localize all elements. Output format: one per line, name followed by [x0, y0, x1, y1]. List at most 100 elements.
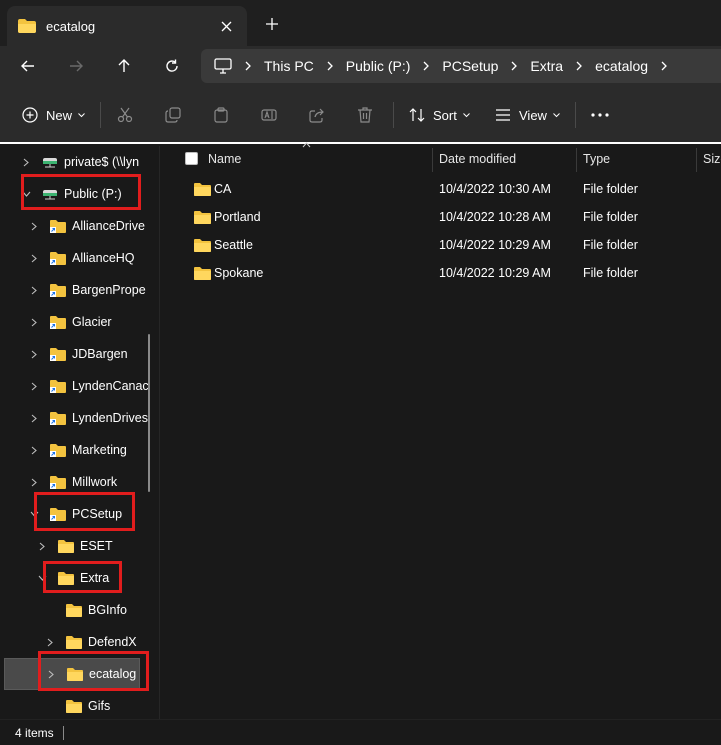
- chevron-right-icon[interactable]: [29, 445, 39, 455]
- refresh-button[interactable]: [158, 52, 186, 80]
- cut-button[interactable]: [117, 102, 133, 128]
- chevron-right-icon[interactable]: [660, 60, 668, 72]
- column-header-size[interactable]: Size: [703, 146, 721, 172]
- tab-title: ecatalog: [46, 18, 96, 34]
- nav-item-alliancedrive[interactable]: AllianceDrive: [0, 210, 160, 242]
- file-row[interactable]: Spokane 10/4/2022 10:29 AM File folder: [161, 259, 721, 287]
- file-row[interactable]: Portland 10/4/2022 10:28 AM File folder: [161, 203, 721, 231]
- shortcut-folder-icon: [50, 348, 66, 361]
- select-all-checkbox[interactable]: [185, 152, 198, 165]
- chevron-right-icon[interactable]: [29, 285, 39, 295]
- command-bar: New Sort View: [0, 86, 721, 144]
- copy-button[interactable]: [165, 102, 181, 128]
- nav-item-label: private$ (\\lyn: [64, 155, 140, 169]
- nav-item-glacier[interactable]: Glacier: [0, 306, 160, 338]
- file-list[interactable]: Name Date modified Type Size CA 10/4/202…: [161, 142, 721, 719]
- breadcrumb-pcsetup[interactable]: PCSetup: [442, 58, 498, 74]
- breadcrumb-ecatalog[interactable]: ecatalog: [595, 58, 648, 74]
- tab-ecatalog[interactable]: ecatalog: [7, 6, 247, 46]
- nav-item-ecatalog[interactable]: ecatalog: [4, 658, 140, 690]
- nav-item-alliancehq[interactable]: AllianceHQ: [0, 242, 160, 274]
- chevron-right-icon[interactable]: [29, 413, 39, 423]
- breadcrumb-extra[interactable]: Extra: [530, 58, 563, 74]
- file-row[interactable]: CA 10/4/2022 10:30 AM File folder: [161, 175, 721, 203]
- chevron-right-icon[interactable]: [575, 60, 583, 72]
- chevron-down-icon: [462, 112, 470, 117]
- chevron-down-icon[interactable]: [21, 189, 31, 199]
- nav-item-marketing[interactable]: Marketing: [0, 434, 160, 466]
- chevron-right-icon[interactable]: [29, 221, 39, 231]
- nav-item-extra[interactable]: Extra: [0, 562, 160, 594]
- nav-item-gifs[interactable]: Gifs: [0, 690, 160, 719]
- nav-item-lyndencanada[interactable]: LyndenCanac: [0, 370, 160, 402]
- chevron-right-icon[interactable]: [46, 669, 56, 679]
- column-header-name[interactable]: Name: [208, 146, 241, 172]
- navigation-pane[interactable]: private$ (\\lyn Public (P:) AllianceDriv…: [0, 146, 160, 719]
- folder-icon: [58, 540, 74, 553]
- sort-caret-icon: [302, 142, 311, 148]
- view-button[interactable]: View: [495, 102, 560, 128]
- nav-item-defendx[interactable]: DefendX: [0, 626, 160, 658]
- breadcrumb-public[interactable]: Public (P:): [346, 58, 411, 74]
- file-name: Spokane: [214, 266, 264, 280]
- chevron-right-icon[interactable]: [510, 60, 518, 72]
- nav-item-bargenprope[interactable]: BargenPrope: [0, 274, 160, 306]
- nav-item-label: AllianceHQ: [72, 251, 135, 265]
- file-date: 10/4/2022 10:29 AM: [439, 238, 551, 252]
- paste-button[interactable]: [213, 102, 229, 128]
- rename-button[interactable]: [261, 102, 277, 128]
- folder-icon: [67, 668, 83, 681]
- clipboard-icon: [214, 107, 228, 123]
- nav-item-public-drive[interactable]: Public (P:): [0, 178, 160, 210]
- chevron-right-icon[interactable]: [29, 317, 39, 327]
- up-button[interactable]: [110, 52, 138, 80]
- chevron-down-icon[interactable]: [37, 573, 47, 583]
- nav-item-pcsetup[interactable]: PCSetup: [0, 498, 160, 530]
- file-row[interactable]: Seattle 10/4/2022 10:29 AM File folder: [161, 231, 721, 259]
- column-divider[interactable]: [576, 148, 577, 172]
- chevron-right-icon[interactable]: [29, 253, 39, 263]
- close-tab-button[interactable]: [215, 15, 237, 37]
- arrow-right-icon: [70, 60, 83, 72]
- chevron-down-icon[interactable]: [29, 509, 39, 519]
- nav-item-eset[interactable]: ESET: [0, 530, 160, 562]
- folder-icon: [194, 267, 211, 280]
- folder-icon: [66, 604, 82, 617]
- back-button[interactable]: [14, 52, 42, 80]
- chevron-right-icon[interactable]: [37, 541, 47, 551]
- chevron-right-icon[interactable]: [422, 60, 430, 72]
- view-label: View: [519, 107, 547, 123]
- chevron-right-icon[interactable]: [326, 60, 334, 72]
- breadcrumb-this-pc[interactable]: This PC: [264, 58, 314, 74]
- chevron-right-icon[interactable]: [29, 349, 39, 359]
- forward-button[interactable]: [62, 52, 90, 80]
- status-divider: [63, 726, 64, 740]
- nav-scrollbar[interactable]: [148, 334, 150, 492]
- chevron-right-icon[interactable]: [244, 60, 252, 72]
- sort-button[interactable]: Sort: [409, 102, 470, 128]
- new-tab-button[interactable]: [260, 12, 284, 36]
- new-button[interactable]: New: [22, 102, 85, 128]
- delete-button[interactable]: [357, 102, 373, 128]
- toolbar-divider: [575, 102, 576, 128]
- share-button[interactable]: [309, 102, 325, 128]
- nav-item-bginfo[interactable]: BGInfo: [0, 594, 160, 626]
- address-bar[interactable]: This PC Public (P:) PCSetup Extra ecatal…: [201, 49, 721, 83]
- column-divider[interactable]: [432, 148, 433, 172]
- nav-item-private[interactable]: private$ (\\lyn: [0, 146, 160, 178]
- chevron-right-icon[interactable]: [45, 637, 55, 647]
- pane-divider[interactable]: [159, 146, 160, 719]
- more-options-button[interactable]: [591, 102, 609, 128]
- nav-item-jdbargen[interactable]: JDBargen: [0, 338, 160, 370]
- chevron-right-icon[interactable]: [21, 157, 31, 167]
- chevron-right-icon[interactable]: [29, 381, 39, 391]
- share-icon: [309, 108, 324, 123]
- file-type: File folder: [583, 182, 638, 196]
- nav-item-lyndendrives[interactable]: LyndenDrives: [0, 402, 160, 434]
- column-divider[interactable]: [696, 148, 697, 172]
- chevron-right-icon[interactable]: [29, 477, 39, 487]
- column-header-date[interactable]: Date modified: [439, 146, 516, 172]
- column-header-type[interactable]: Type: [583, 146, 610, 172]
- nav-item-millwork[interactable]: Millwork: [0, 466, 160, 498]
- file-type: File folder: [583, 238, 638, 252]
